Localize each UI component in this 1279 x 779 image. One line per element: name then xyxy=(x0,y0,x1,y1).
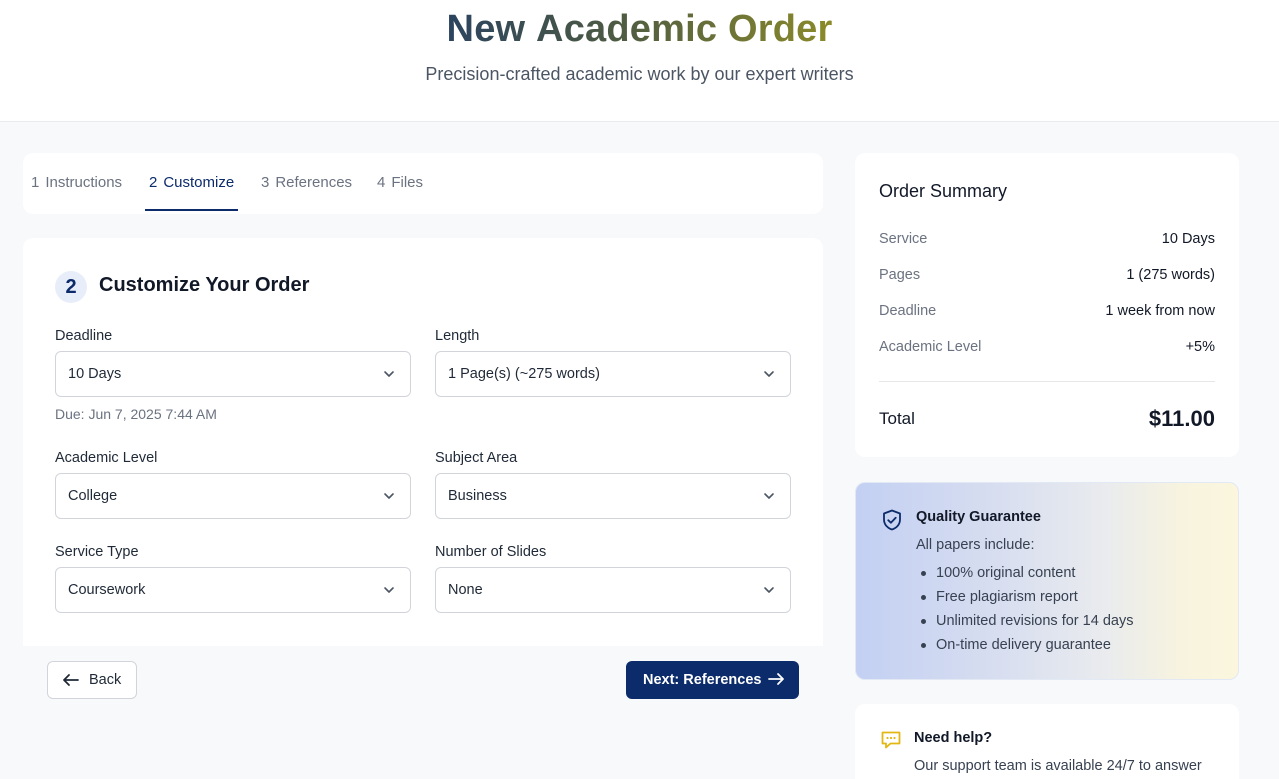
chevron-down-icon xyxy=(384,493,394,499)
section-title: Customize Your Order xyxy=(99,274,310,296)
summary-value: 10 Days xyxy=(1161,231,1215,247)
length-select[interactable]: 1 Page(s) (~275 words) xyxy=(435,351,791,397)
chat-bubble-icon xyxy=(881,731,901,749)
subject-area-select[interactable]: Business xyxy=(435,473,791,519)
length-label: Length xyxy=(435,328,480,344)
total-label: Total xyxy=(879,409,915,428)
tab-label: References xyxy=(275,174,353,191)
tab-label: Customize xyxy=(163,174,235,191)
slides-label: Number of Slides xyxy=(435,544,547,560)
deadline-value: 10 Days xyxy=(68,366,122,382)
list-item: 100% original content xyxy=(916,561,1133,585)
customize-card: 2 Customize Your Order Deadline 10 Days … xyxy=(23,238,823,646)
tab-number: 1 xyxy=(31,174,40,191)
summary-key: Service xyxy=(879,231,928,247)
tab-customize[interactable]: 2 Customize xyxy=(144,153,239,211)
tab-number: 2 xyxy=(149,174,158,191)
guarantee-title: Quality Guarantee xyxy=(916,509,1041,525)
slides-value: None xyxy=(448,582,483,598)
academic-level-select[interactable]: College xyxy=(55,473,411,519)
tab-label: Files xyxy=(391,174,424,191)
chevron-down-icon xyxy=(764,493,774,499)
tab-files[interactable]: 4 Files xyxy=(377,153,423,211)
tab-number: 4 xyxy=(377,174,386,191)
tab-number: 3 xyxy=(261,174,270,191)
tab-references[interactable]: 3 References xyxy=(261,153,352,211)
title-word-1: New xyxy=(446,8,526,50)
back-button[interactable]: Back xyxy=(47,661,137,699)
order-summary-title: Order Summary xyxy=(879,181,1008,201)
summary-value: +5% xyxy=(1185,339,1215,355)
summary-key: Pages xyxy=(879,267,921,283)
back-button-label: Back xyxy=(89,672,122,688)
help-card: Need help? Our support team is available… xyxy=(855,704,1239,779)
summary-divider xyxy=(879,381,1215,382)
page-header: New Academic Order Precision-crafted aca… xyxy=(0,0,1279,122)
summary-value: 1 (275 words) xyxy=(1126,267,1215,283)
deadline-label: Deadline xyxy=(55,328,113,344)
summary-key: Academic Level xyxy=(879,339,982,355)
step-number-badge: 2 xyxy=(55,271,87,303)
arrow-right-icon xyxy=(768,673,784,685)
slides-select[interactable]: None xyxy=(435,567,791,613)
step-tabs: 1 Instructions 2 Customize 3 References 4 Fi… xyxy=(23,153,823,214)
academic-level-value: College xyxy=(68,488,118,504)
page-subtitle: Precision-crafted academic work by our e… xyxy=(425,64,854,84)
length-value: 1 Page(s) (~275 words) xyxy=(448,366,600,382)
order-summary-card: Order Summary Service 10 Days Pages 1 (2… xyxy=(855,153,1239,457)
list-item: Unlimited revisions for 14 days xyxy=(916,609,1133,633)
guarantee-list: 100% original content Free plagiarism re… xyxy=(916,561,1133,657)
page-title: New Academic Order xyxy=(0,8,1279,51)
academic-level-label: Academic Level xyxy=(55,450,158,466)
title-word-2: Academic xyxy=(536,8,718,50)
chevron-down-icon xyxy=(764,371,774,377)
summary-value: 1 week from now xyxy=(1105,303,1215,319)
service-type-label: Service Type xyxy=(55,544,139,560)
arrow-left-icon xyxy=(63,674,79,686)
service-type-value: Coursework xyxy=(68,582,146,598)
title-word-3: Order xyxy=(727,8,833,50)
help-text: Our support team is available 24/7 to an… xyxy=(914,758,1202,774)
service-type-select[interactable]: Coursework xyxy=(55,567,411,613)
tab-label: Instructions xyxy=(45,174,123,191)
chevron-down-icon xyxy=(384,371,394,377)
summary-key: Deadline xyxy=(879,303,937,319)
help-title: Need help? xyxy=(914,730,993,746)
chevron-down-icon xyxy=(384,587,394,593)
list-item: On-time delivery guarantee xyxy=(916,633,1133,657)
chevron-down-icon xyxy=(764,587,774,593)
due-date-text: Due: Jun 7, 2025 7:44 AM xyxy=(55,406,217,422)
shield-check-icon xyxy=(883,509,901,531)
next-references-button[interactable]: Next: References xyxy=(626,661,799,699)
quality-guarantee-card: Quality Guarantee All papers include: 10… xyxy=(855,482,1239,680)
next-button-label: Next: References xyxy=(643,672,762,688)
subject-area-value: Business xyxy=(448,488,507,504)
list-item: Free plagiarism report xyxy=(916,585,1133,609)
tab-instructions[interactable]: 1 Instructions xyxy=(31,153,122,211)
guarantee-subtitle: All papers include: xyxy=(916,537,1035,553)
subject-area-label: Subject Area xyxy=(435,450,518,466)
total-value: $11.00 xyxy=(1148,406,1215,431)
deadline-select[interactable]: 10 Days xyxy=(55,351,411,397)
